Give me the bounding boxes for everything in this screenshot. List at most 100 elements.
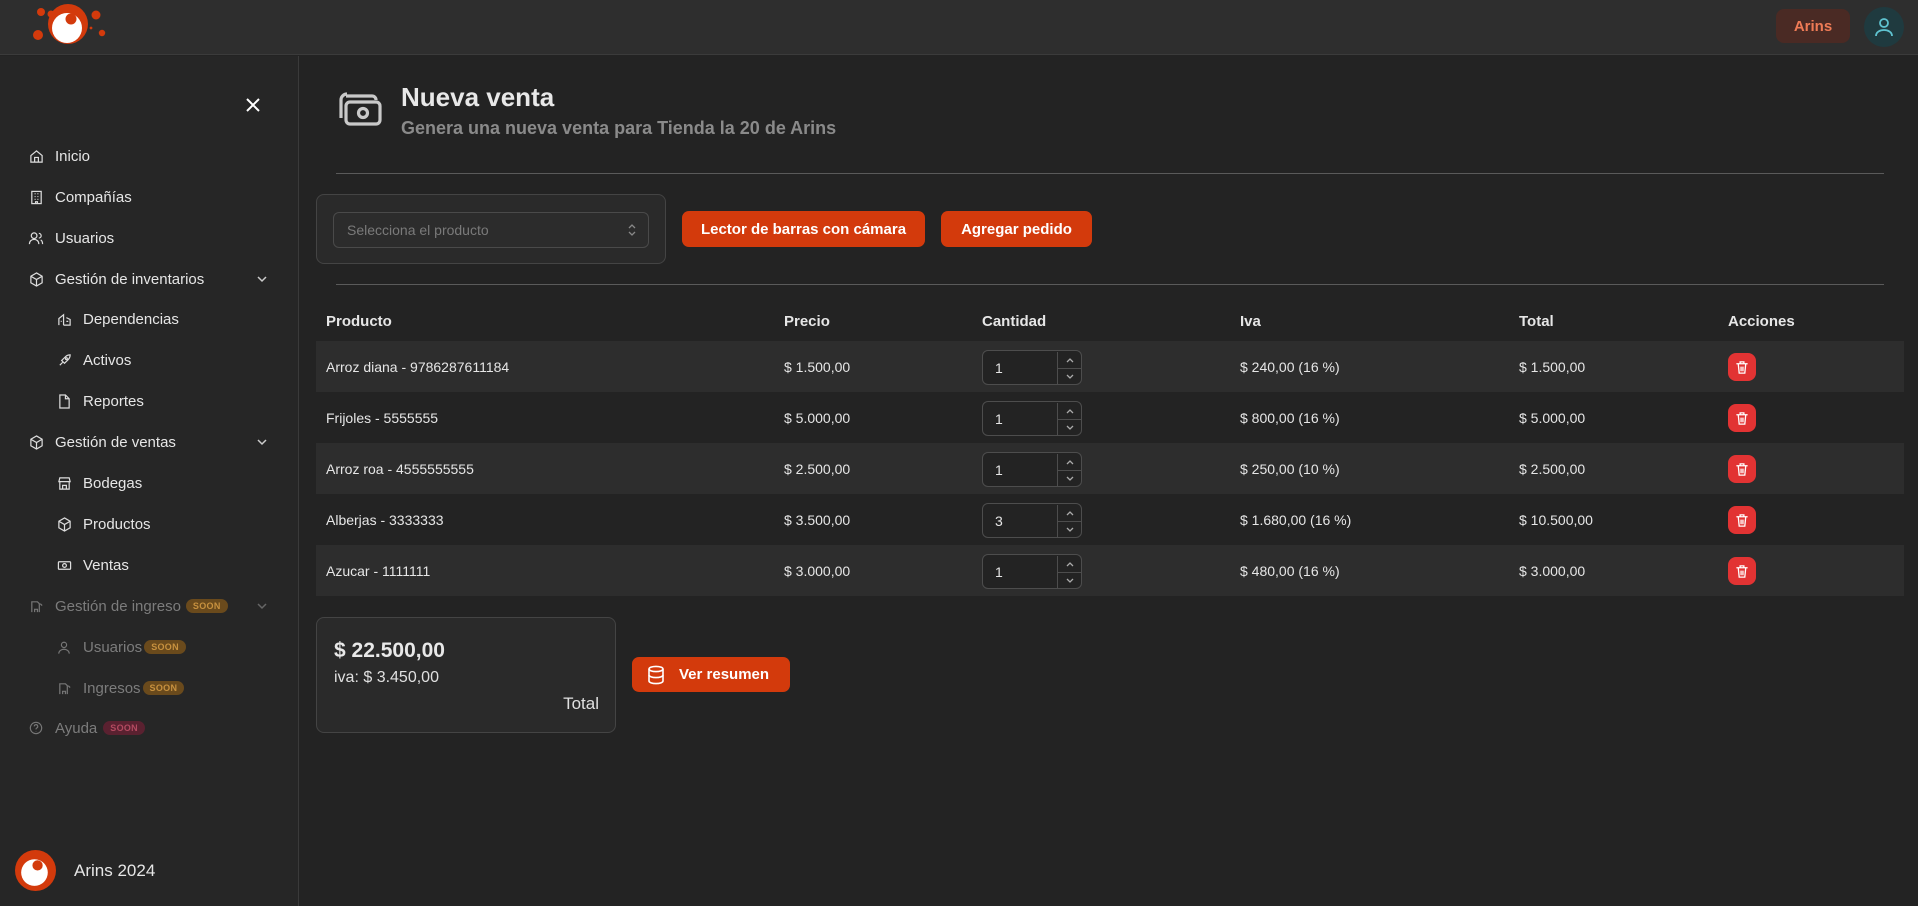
arins-logo-icon[interactable] bbox=[26, 2, 136, 52]
database-icon bbox=[647, 665, 665, 685]
avatar[interactable] bbox=[1864, 7, 1904, 47]
help-icon bbox=[27, 719, 45, 737]
decrement-button[interactable] bbox=[1057, 419, 1081, 435]
cell-product: Arroz roa - 4555555555 bbox=[326, 460, 474, 477]
delete-button[interactable] bbox=[1728, 353, 1756, 381]
table-row: Azucar - 1111111 $ 3.000,00 1 $ 480,00 (… bbox=[316, 545, 1904, 596]
chevron-down-icon bbox=[257, 603, 267, 610]
decrement-button[interactable] bbox=[1057, 470, 1081, 486]
sidebar-item-gestion-ventas[interactable]: Gestión de ventas bbox=[0, 424, 298, 460]
increment-button[interactable] bbox=[1057, 556, 1081, 572]
quantity-stepper[interactable]: 1 bbox=[982, 554, 1082, 589]
iva-total: iva: $ 3.450,00 bbox=[334, 669, 439, 686]
column-header-acciones: Acciones bbox=[1728, 313, 1795, 330]
sidebar-item-reportes[interactable]: Reportes bbox=[0, 383, 298, 419]
total-amount: $ 22.500,00 bbox=[334, 639, 445, 662]
rocket-icon bbox=[55, 351, 73, 369]
dependencies-icon bbox=[55, 310, 73, 328]
increment-button[interactable] bbox=[1057, 505, 1081, 521]
quantity-value: 3 bbox=[995, 513, 1003, 529]
home-icon bbox=[27, 147, 45, 165]
select-placeholder: Selecciona el producto bbox=[347, 222, 489, 238]
sidebar-item-label: Activos bbox=[83, 351, 132, 369]
page-subtitle: Genera una nueva venta para Tienda la 20… bbox=[401, 118, 837, 138]
delete-button[interactable] bbox=[1728, 455, 1756, 483]
sidebar-item-label: Bodegas bbox=[83, 474, 143, 492]
cell-price: $ 2.500,00 bbox=[784, 460, 851, 477]
sidebar-item-label: Gestión de inventarios bbox=[55, 270, 205, 288]
soon-badge: SOON bbox=[103, 721, 145, 735]
footer-text: Arins 2024 bbox=[74, 860, 156, 880]
close-icon bbox=[246, 98, 260, 112]
quantity-stepper[interactable]: 1 bbox=[982, 350, 1082, 385]
column-header-precio: Precio bbox=[784, 313, 830, 330]
chevron-up-icon bbox=[1066, 459, 1073, 464]
sidebar-item-usuarios-ingreso[interactable]: Usuarios SOON bbox=[0, 629, 298, 665]
barcode-camera-button[interactable]: Lector de barras con cámara bbox=[682, 211, 925, 247]
table-row: Arroz diana - 9786287611184 $ 1.500,00 1… bbox=[316, 341, 1904, 392]
quantity-stepper[interactable]: 1 bbox=[982, 452, 1082, 487]
close-sidebar-button[interactable] bbox=[242, 94, 264, 116]
soon-badge: SOON bbox=[142, 681, 185, 695]
cell-price: $ 5.000,00 bbox=[784, 409, 851, 426]
soon-badge: SOON bbox=[185, 599, 228, 613]
trash-icon bbox=[1736, 513, 1748, 527]
chevron-up-icon bbox=[1066, 561, 1073, 566]
sidebar: Inicio Compañías Usuarios Gestión de inv… bbox=[0, 56, 299, 906]
sidebar-item-activos[interactable]: Activos bbox=[0, 342, 298, 378]
chevron-updown-icon bbox=[628, 224, 636, 236]
delete-button[interactable] bbox=[1728, 506, 1756, 534]
sidebar-item-companias[interactable]: Compañías bbox=[0, 179, 298, 215]
increment-button[interactable] bbox=[1057, 352, 1081, 368]
increment-button[interactable] bbox=[1057, 454, 1081, 470]
product-select-card: Selecciona el producto bbox=[316, 194, 666, 264]
increment-button[interactable] bbox=[1057, 403, 1081, 419]
sidebar-item-ayuda[interactable]: Ayuda SOON bbox=[0, 710, 298, 746]
cell-product: Arroz diana - 9786287611184 bbox=[326, 358, 510, 375]
sidebar-item-dependencias[interactable]: Dependencias bbox=[0, 301, 298, 337]
decrement-button[interactable] bbox=[1057, 521, 1081, 537]
sidebar-item-label: Gestión de ventas bbox=[55, 433, 176, 451]
divider bbox=[336, 284, 1884, 285]
trash-icon bbox=[1736, 411, 1748, 425]
quantity-value: 1 bbox=[995, 462, 1003, 478]
view-summary-button[interactable]: Ver resumen bbox=[632, 657, 790, 692]
cell-iva: $ 240,00 (16 %) bbox=[1240, 358, 1340, 375]
sidebar-item-usuarios[interactable]: Usuarios bbox=[0, 220, 298, 256]
users-icon bbox=[27, 229, 45, 247]
sidebar-item-label: Compañías bbox=[55, 188, 132, 206]
user-icon bbox=[1875, 18, 1893, 37]
delete-button[interactable] bbox=[1728, 404, 1756, 432]
sidebar-item-label: Dependencias bbox=[83, 310, 179, 328]
cell-price: $ 3.000,00 bbox=[784, 562, 851, 579]
decrement-button[interactable] bbox=[1057, 572, 1081, 588]
cell-product: Azucar - 1111111 bbox=[326, 562, 431, 579]
sidebar-item-gestion-inventarios[interactable]: Gestión de inventarios bbox=[0, 261, 298, 297]
divider bbox=[336, 173, 1884, 174]
cash-icon bbox=[55, 556, 73, 574]
sidebar-item-bodegas[interactable]: Bodegas bbox=[0, 465, 298, 501]
sidebar-footer: Arins 2024 bbox=[15, 850, 155, 891]
sidebar-item-ventas[interactable]: Ventas bbox=[0, 547, 298, 583]
view-summary-label: Ver resumen bbox=[679, 666, 770, 683]
add-order-button[interactable]: Agregar pedido bbox=[941, 211, 1092, 247]
account-button[interactable]: Arins bbox=[1776, 9, 1850, 43]
chevron-down-icon bbox=[257, 276, 267, 283]
sidebar-item-label: Usuarios bbox=[55, 229, 115, 247]
cell-iva: $ 800,00 (16 %) bbox=[1240, 409, 1340, 426]
table-row: Alberjas - 3333333 $ 3.500,00 3 $ 1.680,… bbox=[316, 494, 1904, 545]
quantity-stepper[interactable]: 3 bbox=[982, 503, 1082, 538]
cell-total: $ 2.500,00 bbox=[1519, 460, 1586, 477]
cell-price: $ 1.500,00 bbox=[784, 358, 851, 375]
sidebar-item-label: Reportes bbox=[83, 392, 144, 410]
box-icon bbox=[27, 270, 45, 288]
product-select[interactable]: Selecciona el producto bbox=[333, 212, 649, 248]
delete-button[interactable] bbox=[1728, 557, 1756, 585]
sidebar-item-inicio[interactable]: Inicio bbox=[0, 138, 298, 174]
decrement-button[interactable] bbox=[1057, 368, 1081, 384]
cell-iva: $ 1.680,00 (16 %) bbox=[1240, 511, 1352, 528]
sidebar-item-ingresos[interactable]: Ingresos SOON bbox=[0, 670, 298, 706]
quantity-stepper[interactable]: 1 bbox=[982, 401, 1082, 436]
sidebar-item-productos[interactable]: Productos bbox=[0, 506, 298, 542]
sidebar-item-gestion-ingreso[interactable]: Gestión de ingreso SOON bbox=[0, 588, 298, 624]
